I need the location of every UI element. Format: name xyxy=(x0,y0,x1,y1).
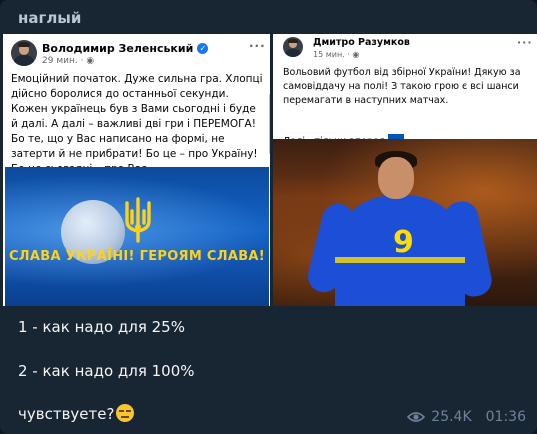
post-text: Емоційний початок. Дуже сильна гра. Хлоп… xyxy=(11,73,263,175)
message-time: 01:36 xyxy=(485,409,526,425)
post-text: Вольовий футбол від збірної України! Дяк… xyxy=(283,67,521,106)
post-image-zelensky[interactable]: Володимир Зеленський ✓ 29 мин. · ◉ ··· Ем… xyxy=(3,34,270,306)
expressionless-emoji-icon xyxy=(116,404,135,422)
scrollbar xyxy=(269,94,270,154)
post-author: Дмитро Разумков xyxy=(313,37,410,48)
globe-icon: ◉ xyxy=(86,56,95,66)
shirt-number: 9 xyxy=(393,225,414,260)
verified-icon: ✓ xyxy=(197,43,209,54)
message-meta: 25.4K 01:36 xyxy=(407,409,526,425)
message-bubble: наглый Володимир Зеленський ✓ 29 мин. · ◉… xyxy=(0,0,537,434)
trident-emblem-icon xyxy=(125,197,151,243)
slogan-text: СЛАВА УКРАЇНІ! ГЕРОЯМ СЛАВА! xyxy=(8,249,266,264)
post-time: 29 мин. · ◉ xyxy=(42,56,95,66)
post-image-razumkov[interactable]: Дмитро Разумков 15 мин. · ◉ ··· Вольовий… xyxy=(273,34,537,306)
post-banner-image: СЛАВА УКРАЇНІ! ГЕРОЯМ СЛАВА! xyxy=(5,167,269,306)
view-count: 25.4K xyxy=(431,409,472,425)
eye-icon xyxy=(407,412,426,422)
message-line-2: 2 - как надо для 100% xyxy=(18,362,195,380)
channel-name[interactable]: наглый xyxy=(18,9,81,27)
more-icon: ··· xyxy=(249,39,266,53)
author-avatar xyxy=(11,40,37,66)
message-line-3: чувствуете? xyxy=(18,404,135,423)
globe-icon: ◉ xyxy=(352,50,360,59)
message-line-1: 1 - как надо для 25% xyxy=(18,318,185,336)
post-player-photo: 9 xyxy=(273,139,537,306)
post-time: 15 мин. · ◉ xyxy=(313,50,360,59)
author-avatar xyxy=(283,37,303,57)
post-author: Володимир Зеленський ✓ xyxy=(42,42,209,55)
more-icon: ··· xyxy=(517,36,533,49)
